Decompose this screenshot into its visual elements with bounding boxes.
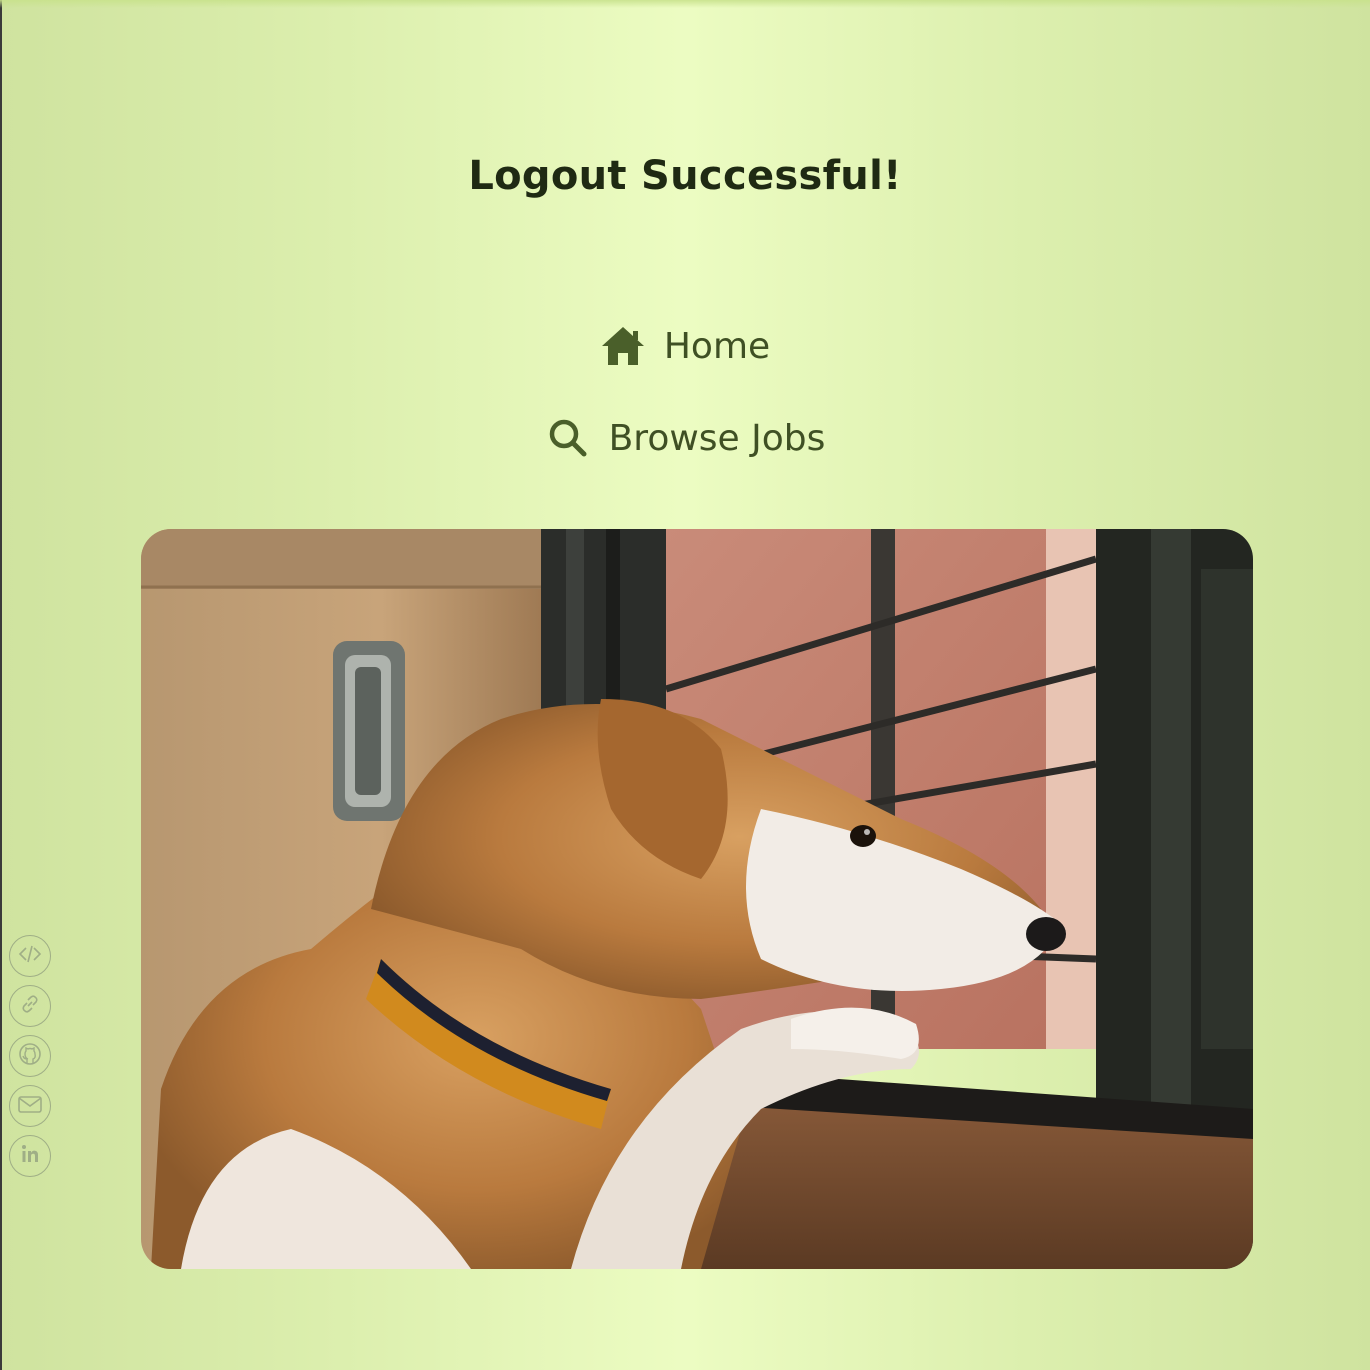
home-link[interactable]: Home [600, 318, 770, 374]
browse-jobs-link[interactable]: Browse Jobs [545, 410, 826, 466]
email-link[interactable] [9, 1085, 51, 1127]
mail-icon [17, 1092, 43, 1120]
browse-jobs-link-label: Browse Jobs [608, 417, 826, 459]
code-link[interactable] [9, 935, 51, 977]
github-icon [18, 1042, 42, 1070]
page-title: Logout Successful! [468, 153, 902, 199]
code-icon [18, 942, 42, 970]
window-left-edge [0, 0, 2, 1370]
social-links [9, 935, 51, 1177]
linkedin-link[interactable] [9, 1135, 51, 1177]
main-nav: Home Browse Jobs [0, 318, 1370, 502]
link-icon [18, 992, 42, 1020]
website-link[interactable] [9, 985, 51, 1027]
top-fade [0, 0, 1370, 8]
github-link[interactable] [9, 1035, 51, 1077]
home-link-label: Home [663, 325, 771, 367]
dog-photo [141, 529, 1253, 1269]
linkedin-icon [18, 1142, 42, 1170]
home-icon [600, 323, 646, 369]
search-icon [545, 415, 591, 461]
